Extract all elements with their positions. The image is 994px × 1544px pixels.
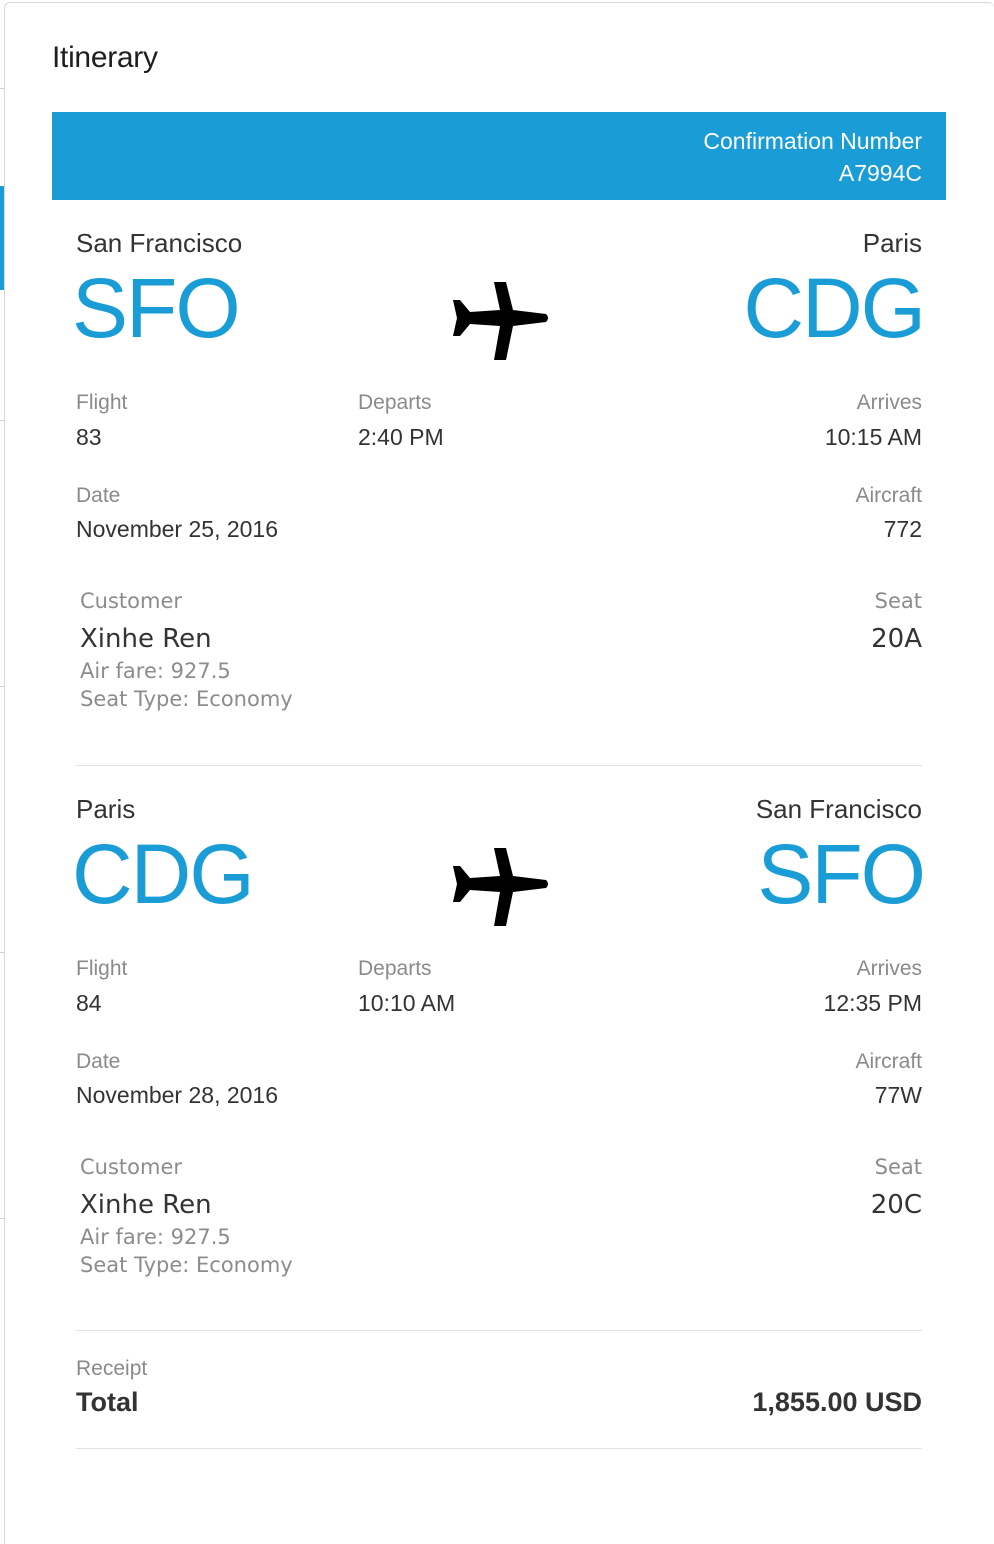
customer-label: Customer bbox=[80, 589, 183, 613]
departs-time: 2:40 PM bbox=[358, 424, 444, 450]
destination-city: Paris bbox=[862, 228, 922, 258]
customer-label: Customer bbox=[80, 1155, 183, 1179]
air-fare: Air fare: 927.5 bbox=[80, 1225, 231, 1249]
departs-time: 10:10 AM bbox=[358, 990, 456, 1016]
seat-number: 20C bbox=[870, 1190, 922, 1220]
receipt-label: Receipt bbox=[76, 1357, 148, 1380]
customer-name: Xinhe Ren bbox=[80, 624, 212, 654]
customer-name: Xinhe Ren bbox=[80, 1190, 212, 1220]
seat-label: Seat bbox=[874, 1155, 922, 1179]
flight-label: Flight bbox=[76, 391, 128, 414]
receipt-divider bbox=[76, 1330, 922, 1331]
arrives-label: Arrives bbox=[856, 391, 922, 414]
seat-label: Seat bbox=[874, 589, 922, 613]
destination-code: CDG bbox=[743, 261, 926, 355]
air-fare: Air fare: 927.5 bbox=[80, 659, 231, 683]
airplane-icon bbox=[453, 282, 548, 360]
flight-date: November 25, 2016 bbox=[76, 516, 279, 542]
aircraft-type: 77W bbox=[874, 1082, 922, 1108]
aircraft-label: Aircraft bbox=[855, 1050, 922, 1073]
confirmation-label: Confirmation Number bbox=[703, 128, 922, 154]
flight-date: November 28, 2016 bbox=[76, 1082, 279, 1108]
date-label: Date bbox=[76, 1050, 121, 1073]
origin-city: San Francisco bbox=[76, 228, 243, 258]
confirmation-banner: Confirmation Number A7994C bbox=[52, 112, 946, 200]
total-label: Total bbox=[76, 1387, 139, 1417]
destination-city: San Francisco bbox=[755, 794, 922, 824]
departs-label: Departs bbox=[358, 391, 432, 414]
modal-title: Itinerary bbox=[52, 41, 158, 74]
receipt-bottom-divider bbox=[76, 1448, 922, 1449]
aircraft-label: Aircraft bbox=[855, 484, 922, 507]
total-amount: 1,855.00 USD bbox=[752, 1387, 922, 1417]
departs-label: Departs bbox=[358, 957, 432, 980]
confirmation-number: A7994C bbox=[838, 160, 922, 186]
arrives-time: 12:35 PM bbox=[823, 990, 922, 1016]
flight-number: 84 bbox=[76, 990, 102, 1016]
airplane-icon bbox=[453, 848, 548, 926]
arrives-label: Arrives bbox=[856, 957, 922, 980]
itinerary-modal: Itinerary Confirmation Number A7994C San… bbox=[4, 2, 994, 1544]
origin-code: SFO bbox=[72, 261, 241, 355]
origin-city: Paris bbox=[76, 794, 136, 824]
arrives-time: 10:15 AM bbox=[824, 424, 922, 450]
date-label: Date bbox=[76, 484, 121, 507]
seat-type: Seat Type: Economy bbox=[80, 687, 293, 711]
segment-divider bbox=[76, 765, 922, 766]
flight-number: 83 bbox=[76, 424, 102, 450]
origin-code: CDG bbox=[72, 827, 255, 921]
flight-label: Flight bbox=[76, 957, 128, 980]
destination-code: SFO bbox=[757, 827, 926, 921]
seat-type: Seat Type: Economy bbox=[80, 1253, 293, 1277]
aircraft-type: 772 bbox=[883, 516, 922, 542]
seat-number: 20A bbox=[871, 624, 922, 654]
